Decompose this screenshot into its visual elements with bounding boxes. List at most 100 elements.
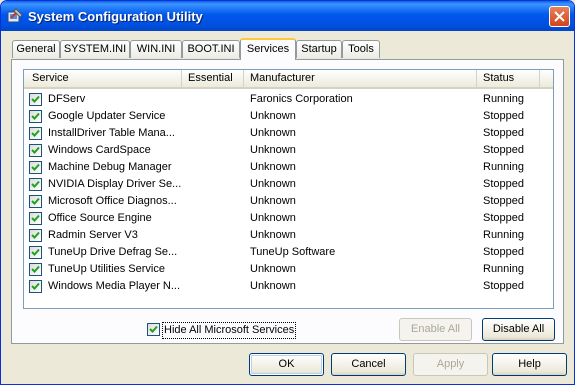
service-manufacturer: TuneUp Software	[250, 246, 336, 258]
table-row[interactable]: TuneUp Utilities Service Unknown Running	[24, 261, 553, 278]
table-row[interactable]: Windows Media Player N... Unknown Stopped	[24, 278, 553, 295]
service-name: Machine Debug Manager	[48, 161, 172, 173]
service-name: Windows CardSpace	[48, 144, 151, 156]
service-checkbox[interactable]	[29, 229, 42, 242]
service-manufacturer: Unknown	[250, 195, 296, 207]
service-manufacturer: Unknown	[250, 127, 296, 139]
service-checkbox[interactable]	[29, 127, 42, 140]
column-header-service[interactable]: Service	[24, 70, 182, 87]
service-essential	[188, 227, 242, 244]
table-row[interactable]: Office Source Engine Unknown Stopped	[24, 210, 553, 227]
service-checkbox[interactable]	[29, 280, 42, 293]
checkmark-icon	[149, 325, 158, 333]
service-checkbox[interactable]	[29, 263, 42, 276]
table-row[interactable]: NVIDIA Display Driver Se... Unknown Stoppe…	[24, 176, 553, 193]
service-manufacturer: Unknown	[250, 144, 296, 156]
disable-all-button[interactable]: Disable All	[482, 318, 555, 341]
hide-microsoft-services-checkbox[interactable]	[147, 323, 160, 336]
service-name: TuneUp Drive Defrag Se...	[48, 246, 178, 258]
table-row[interactable]: DFServ Faronics Corporation Running	[24, 91, 553, 108]
table-row[interactable]: TuneUp Drive Defrag Se... TuneUp Software…	[24, 244, 553, 261]
ok-button[interactable]: OK	[249, 353, 324, 376]
service-essential	[188, 193, 242, 210]
service-name: InstallDriver Table Mana...	[48, 127, 175, 139]
tab-startup[interactable]: Startup	[296, 40, 342, 58]
enable-all-button[interactable]: Enable All	[399, 318, 472, 341]
service-name: TuneUp Utilities Service	[48, 263, 165, 275]
service-essential	[188, 210, 242, 227]
tab-general[interactable]: General	[12, 40, 60, 58]
service-name: Office Source Engine	[48, 212, 152, 224]
table-row[interactable]: Radmin Server V3 Unknown Running	[24, 227, 553, 244]
tab-win-ini[interactable]: WIN.INI	[130, 40, 182, 58]
service-name: Windows Media Player N...	[48, 280, 181, 292]
table-row[interactable]: Google Updater Service Unknown Stopped	[24, 108, 553, 125]
checkmark-icon	[31, 163, 40, 171]
service-status: Running	[483, 229, 524, 241]
services-list-header: Service Essential Manufacturer Status	[24, 70, 553, 89]
service-checkbox[interactable]	[29, 195, 42, 208]
service-status: Running	[483, 263, 524, 275]
table-row[interactable]: Microsoft Office Diagnos... Unknown Stoppe…	[24, 193, 553, 210]
service-status: Stopped	[483, 195, 524, 207]
service-status: Stopped	[483, 246, 524, 258]
hide-microsoft-services-label[interactable]: Hide All Microsoft Services	[162, 322, 297, 339]
close-button[interactable]	[549, 6, 570, 27]
checkmark-icon	[31, 129, 40, 137]
service-essential	[188, 278, 242, 295]
service-checkbox[interactable]	[29, 246, 42, 259]
service-manufacturer: Unknown	[250, 161, 296, 173]
close-icon	[554, 11, 565, 22]
tab-services[interactable]: Services	[240, 38, 296, 60]
apply-button[interactable]: Apply	[413, 353, 488, 376]
service-status: Stopped	[483, 127, 524, 139]
service-status: Stopped	[483, 144, 524, 156]
column-header-status[interactable]: Status	[477, 70, 540, 87]
title-bar[interactable]: System Configuration Utility	[1, 1, 574, 31]
services-list[interactable]: Service Essential Manufacturer Status DF…	[23, 69, 554, 309]
service-checkbox[interactable]	[29, 110, 42, 123]
cancel-button[interactable]: Cancel	[331, 353, 406, 376]
checkmark-icon	[31, 197, 40, 205]
service-manufacturer: Unknown	[250, 110, 296, 122]
tab-boot-ini[interactable]: BOOT.INI	[182, 40, 240, 58]
service-manufacturer: Unknown	[250, 280, 296, 292]
help-button[interactable]: Help	[492, 353, 567, 376]
service-manufacturer: Unknown	[250, 263, 296, 275]
service-essential	[188, 91, 242, 108]
service-manufacturer: Unknown	[250, 178, 296, 190]
services-rows: DFServ Faronics Corporation Running Google…	[24, 91, 553, 295]
table-row[interactable]: InstallDriver Table Mana... Unknown Stoppe…	[24, 125, 553, 142]
column-header-essential[interactable]: Essential	[182, 70, 244, 87]
tab-system-ini[interactable]: SYSTEM.INI	[60, 40, 130, 58]
system-configuration-window: System Configuration Utility General SYS…	[0, 0, 575, 385]
service-name: Google Updater Service	[48, 110, 166, 122]
service-name: Radmin Server V3	[48, 229, 138, 241]
checkmark-icon	[31, 95, 40, 103]
service-manufacturer: Unknown	[250, 229, 296, 241]
service-name: Microsoft Office Diagnos...	[48, 195, 177, 207]
table-row[interactable]: Machine Debug Manager Unknown Running	[24, 159, 553, 176]
service-status: Stopped	[483, 212, 524, 224]
table-row[interactable]: Windows CardSpace Unknown Stopped	[24, 142, 553, 159]
service-status: Stopped	[483, 110, 524, 122]
service-checkbox[interactable]	[29, 212, 42, 225]
service-essential	[188, 159, 242, 176]
services-tab-panel: Service Essential Manufacturer Status DF…	[11, 59, 564, 344]
service-essential	[188, 244, 242, 261]
checkmark-icon	[31, 265, 40, 273]
service-checkbox[interactable]	[29, 93, 42, 106]
checkmark-icon	[31, 282, 40, 290]
service-essential	[188, 261, 242, 278]
service-checkbox[interactable]	[29, 144, 42, 157]
tab-tools[interactable]: Tools	[342, 40, 380, 58]
service-status: Running	[483, 161, 524, 173]
service-essential	[188, 176, 242, 193]
column-header-manufacturer[interactable]: Manufacturer	[244, 70, 477, 87]
service-name: DFServ	[48, 93, 86, 105]
service-checkbox[interactable]	[29, 178, 42, 191]
checkmark-icon	[31, 231, 40, 239]
service-manufacturer: Unknown	[250, 212, 296, 224]
service-checkbox[interactable]	[29, 161, 42, 174]
service-status: Running	[483, 93, 524, 105]
